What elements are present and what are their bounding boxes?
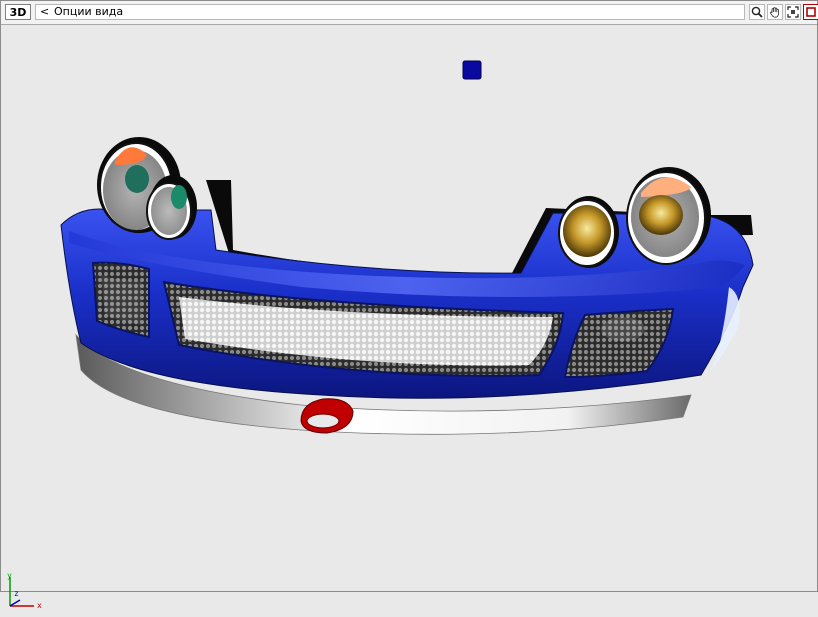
chevron-left-icon[interactable]: <: [40, 5, 49, 19]
zoom-icon[interactable]: [749, 4, 765, 20]
view-toolbar: 3D < Опции вида: [1, 1, 818, 25]
axis-x-label: x: [37, 601, 42, 610]
axis-gizmo: y z x: [4, 571, 48, 613]
axis-z-label: z: [14, 589, 19, 598]
bumper-model: [60, 60, 754, 435]
maximize-icon[interactable]: [803, 4, 818, 20]
3d-viewport[interactable]: y z x: [1, 25, 817, 610]
view-window: 3D < Опции вида y z x: [0, 0, 818, 610]
pan-hand-icon[interactable]: [767, 4, 783, 20]
view-options-label: Опции вида: [54, 5, 124, 18]
axis-y-label: y: [7, 571, 12, 580]
view-tools: [749, 4, 818, 20]
manipulator-handle[interactable]: [462, 60, 482, 80]
view-options-dropdown[interactable]: < Опции вида: [35, 4, 745, 20]
fit-view-icon[interactable]: [785, 4, 801, 20]
view-mode-button[interactable]: 3D: [5, 4, 31, 20]
